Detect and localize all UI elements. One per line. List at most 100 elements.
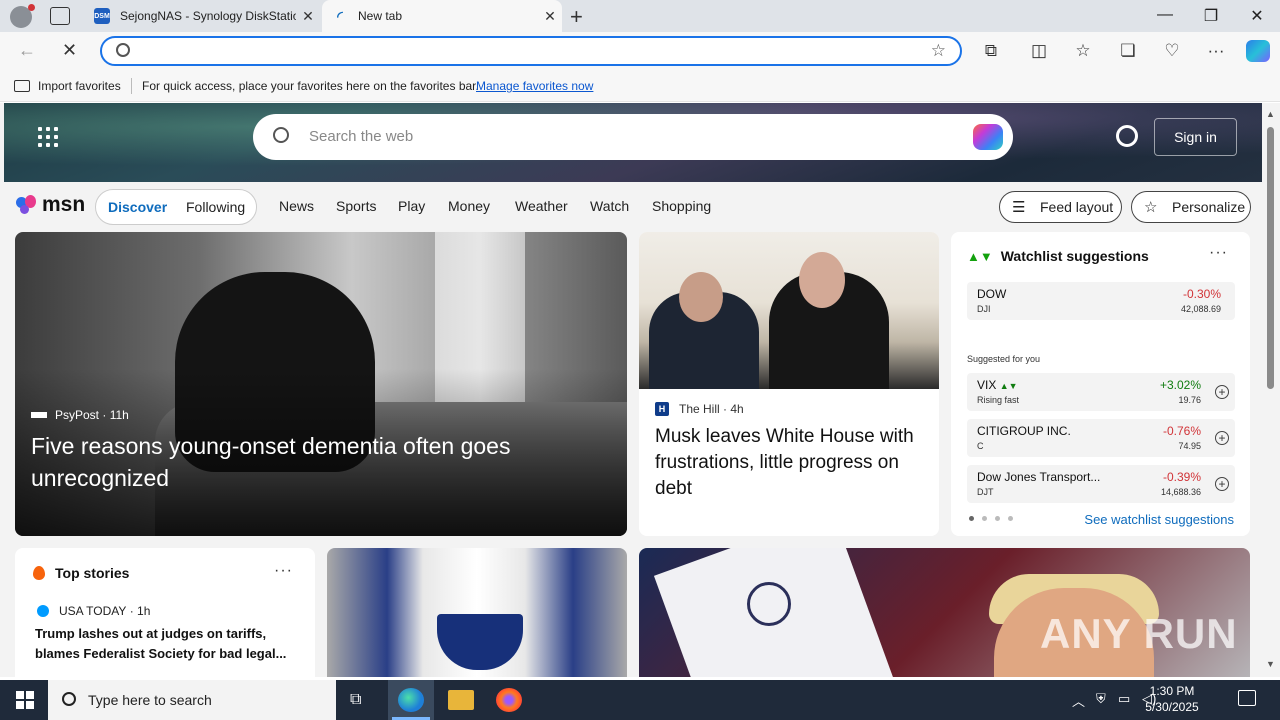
copilot-icon[interactable] <box>1246 40 1270 62</box>
tab-discover[interactable]: Discover <box>108 199 167 215</box>
carousel-dots[interactable] <box>969 516 1013 521</box>
add-to-watchlist-icon[interactable]: + <box>1215 477 1229 491</box>
nav-play[interactable]: Play <box>398 198 425 214</box>
copilot-icon[interactable] <box>973 124 1003 150</box>
back-icon[interactable]: ← <box>18 40 36 61</box>
profile-notification-dot <box>28 4 35 11</box>
scroll-down-icon[interactable]: ▼ <box>1266 659 1275 669</box>
stock-change: -0.30% <box>1182 287 1221 301</box>
hero-headline[interactable]: Five reasons young-onset dementia often … <box>31 430 591 494</box>
rising-trend-icon: ▲▼ <box>999 381 1018 391</box>
msn-logo[interactable]: msn <box>16 193 85 217</box>
minimize-icon[interactable]: — <box>1142 6 1188 24</box>
stock-row-djt[interactable]: Dow Jones Transport... DJT -0.39% 14,688… <box>967 465 1235 503</box>
stock-row-dow[interactable]: DOW DJI -0.30% 42,088.69 <box>967 282 1235 320</box>
restore-icon[interactable]: ❐ <box>1188 6 1234 26</box>
file-explorer-icon[interactable] <box>448 690 474 710</box>
settings-more-icon[interactable]: ··· <box>1204 41 1228 61</box>
stock-price: 74.95 <box>1178 441 1201 451</box>
nav-news[interactable]: News <box>279 198 314 214</box>
browser-essentials-icon[interactable]: ♡ <box>1160 41 1184 61</box>
address-toolbar: ← ✕ ☆ ⧉ ◫ ☆ ❏ ♡ ··· <box>0 32 1280 70</box>
task-view-icon[interactable]: ⧉ <box>350 691 361 709</box>
web-search-box[interactable]: Search the web <box>253 114 1013 160</box>
search-icon <box>273 127 289 143</box>
web-search-input[interactable]: Search the web <box>309 128 413 145</box>
tab-sejongnas[interactable]: DSM SejongNAS - Synology DiskStatio ✕ <box>84 0 320 32</box>
add-to-watchlist-icon[interactable]: + <box>1215 385 1229 399</box>
top-stories-title: Top stories <box>55 565 130 581</box>
the-hill-logo-icon: H <box>655 402 669 416</box>
nav-shopping[interactable]: Shopping <box>652 198 711 214</box>
firefox-icon[interactable] <box>496 688 522 712</box>
msn-butterfly-icon <box>16 195 40 215</box>
taskbar-search-input[interactable]: Type here to search <box>88 692 212 708</box>
sign-in-button[interactable]: Sign in <box>1154 118 1237 156</box>
seal-image <box>747 582 791 626</box>
feed-layout-button[interactable]: ☰ Feed layout <box>999 191 1122 223</box>
show-hidden-icons-icon[interactable]: ︿ <box>1072 691 1085 710</box>
collections-icon[interactable]: ❏ <box>1116 41 1140 61</box>
windows-start-icon[interactable] <box>16 691 34 709</box>
article-source: USA TODAY · 1h <box>37 604 150 618</box>
tab-actions-icon[interactable] <box>50 7 70 25</box>
taskbar-search[interactable]: Type here to search <box>48 680 336 720</box>
scrollbar-thumb[interactable] <box>1267 127 1274 389</box>
personalize-button[interactable]: ☆ Personalize <box>1131 191 1251 223</box>
favorites-icon[interactable]: ☆ <box>1071 41 1095 61</box>
notifications-icon[interactable] <box>1238 690 1256 706</box>
tab-new-tab[interactable]: ◜ New tab ✕ <box>322 0 562 32</box>
scroll-up-icon[interactable]: ▲ <box>1266 109 1275 119</box>
import-favorites-button[interactable]: Import favorites <box>14 79 121 93</box>
see-watchlist-suggestions-link[interactable]: See watchlist suggestions <box>1084 512 1234 527</box>
edge-browser-icon[interactable] <box>398 688 424 712</box>
close-window-icon[interactable]: ✕ <box>1234 6 1280 26</box>
shopping-card[interactable] <box>327 548 627 677</box>
feed-toggle: Discover Following <box>95 189 257 225</box>
nav-sports[interactable]: Sports <box>336 198 376 214</box>
loading-spinner-icon: ◜ <box>337 7 343 24</box>
favorite-star-icon[interactable]: ☆ <box>931 41 946 61</box>
stock-name: Dow Jones Transport... <box>977 470 1101 484</box>
stock-price: 14,688.36 <box>1160 487 1201 497</box>
flame-icon <box>33 566 45 580</box>
network-icon[interactable]: ▭ <box>1118 691 1130 707</box>
article-card[interactable]: H The Hill · 4h Musk leaves White House … <box>639 232 939 536</box>
stock-row-vix[interactable]: VIX ▲▼ Rising fast +3.02% 19.76 + <box>967 373 1235 411</box>
hero-article-card[interactable]: PsyPost · 11h Five reasons young-onset d… <box>15 232 627 536</box>
separator-dot: · <box>99 408 110 422</box>
stock-row-citigroup[interactable]: CITIGROUP INC. C -0.76% 74.95 + <box>967 419 1235 457</box>
settings-gear-icon[interactable] <box>1116 125 1138 147</box>
extensions-icon[interactable]: ⧉ <box>979 41 1003 61</box>
split-screen-icon[interactable]: ◫ <box>1027 41 1051 61</box>
tab-following[interactable]: Following <box>186 199 245 215</box>
manage-favorites-link[interactable]: Manage favorites now <box>476 79 593 93</box>
tab-close-icon[interactable]: ✕ <box>296 8 320 25</box>
tab-close-icon[interactable]: ✕ <box>538 8 562 25</box>
top-story-headline[interactable]: Trump lashes out at judges on tariffs, b… <box>35 624 297 664</box>
stock-change: -0.39% <box>1162 470 1201 484</box>
stock-name: VIX ▲▼ <box>977 378 1018 392</box>
article-image <box>639 232 939 389</box>
divider <box>131 78 132 94</box>
more-options-icon[interactable]: ··· <box>274 562 293 580</box>
import-icon <box>14 80 30 92</box>
add-to-watchlist-icon[interactable]: + <box>1215 431 1229 445</box>
stop-loading-icon[interactable]: ✕ <box>62 40 77 61</box>
system-clock[interactable]: 1:30 PM 5/30/2025 <box>1136 683 1208 715</box>
apps-grid-icon[interactable] <box>38 127 58 147</box>
nav-money[interactable]: Money <box>448 198 490 214</box>
security-icon[interactable]: ⛨ <box>1096 691 1106 707</box>
nav-watch[interactable]: Watch <box>590 198 629 214</box>
new-tab-icon[interactable]: + <box>570 4 583 30</box>
stock-ticker: Rising fast <box>977 395 1020 405</box>
page-scrollbar[interactable]: ▲ ▼ <box>1262 103 1280 677</box>
top-stories-card: Top stories ··· USA TODAY · 1h Trump las… <box>15 548 315 677</box>
suggested-label: Suggested for you <box>967 354 1041 364</box>
stock-name: DOW <box>977 287 1007 301</box>
nav-weather[interactable]: Weather <box>515 198 568 214</box>
more-options-icon[interactable]: ··· <box>1209 244 1228 262</box>
article-headline[interactable]: Musk leaves White House with frustration… <box>655 424 925 502</box>
address-bar[interactable]: ☆ <box>100 36 962 66</box>
sliders-icon: ☰ <box>1012 199 1026 216</box>
